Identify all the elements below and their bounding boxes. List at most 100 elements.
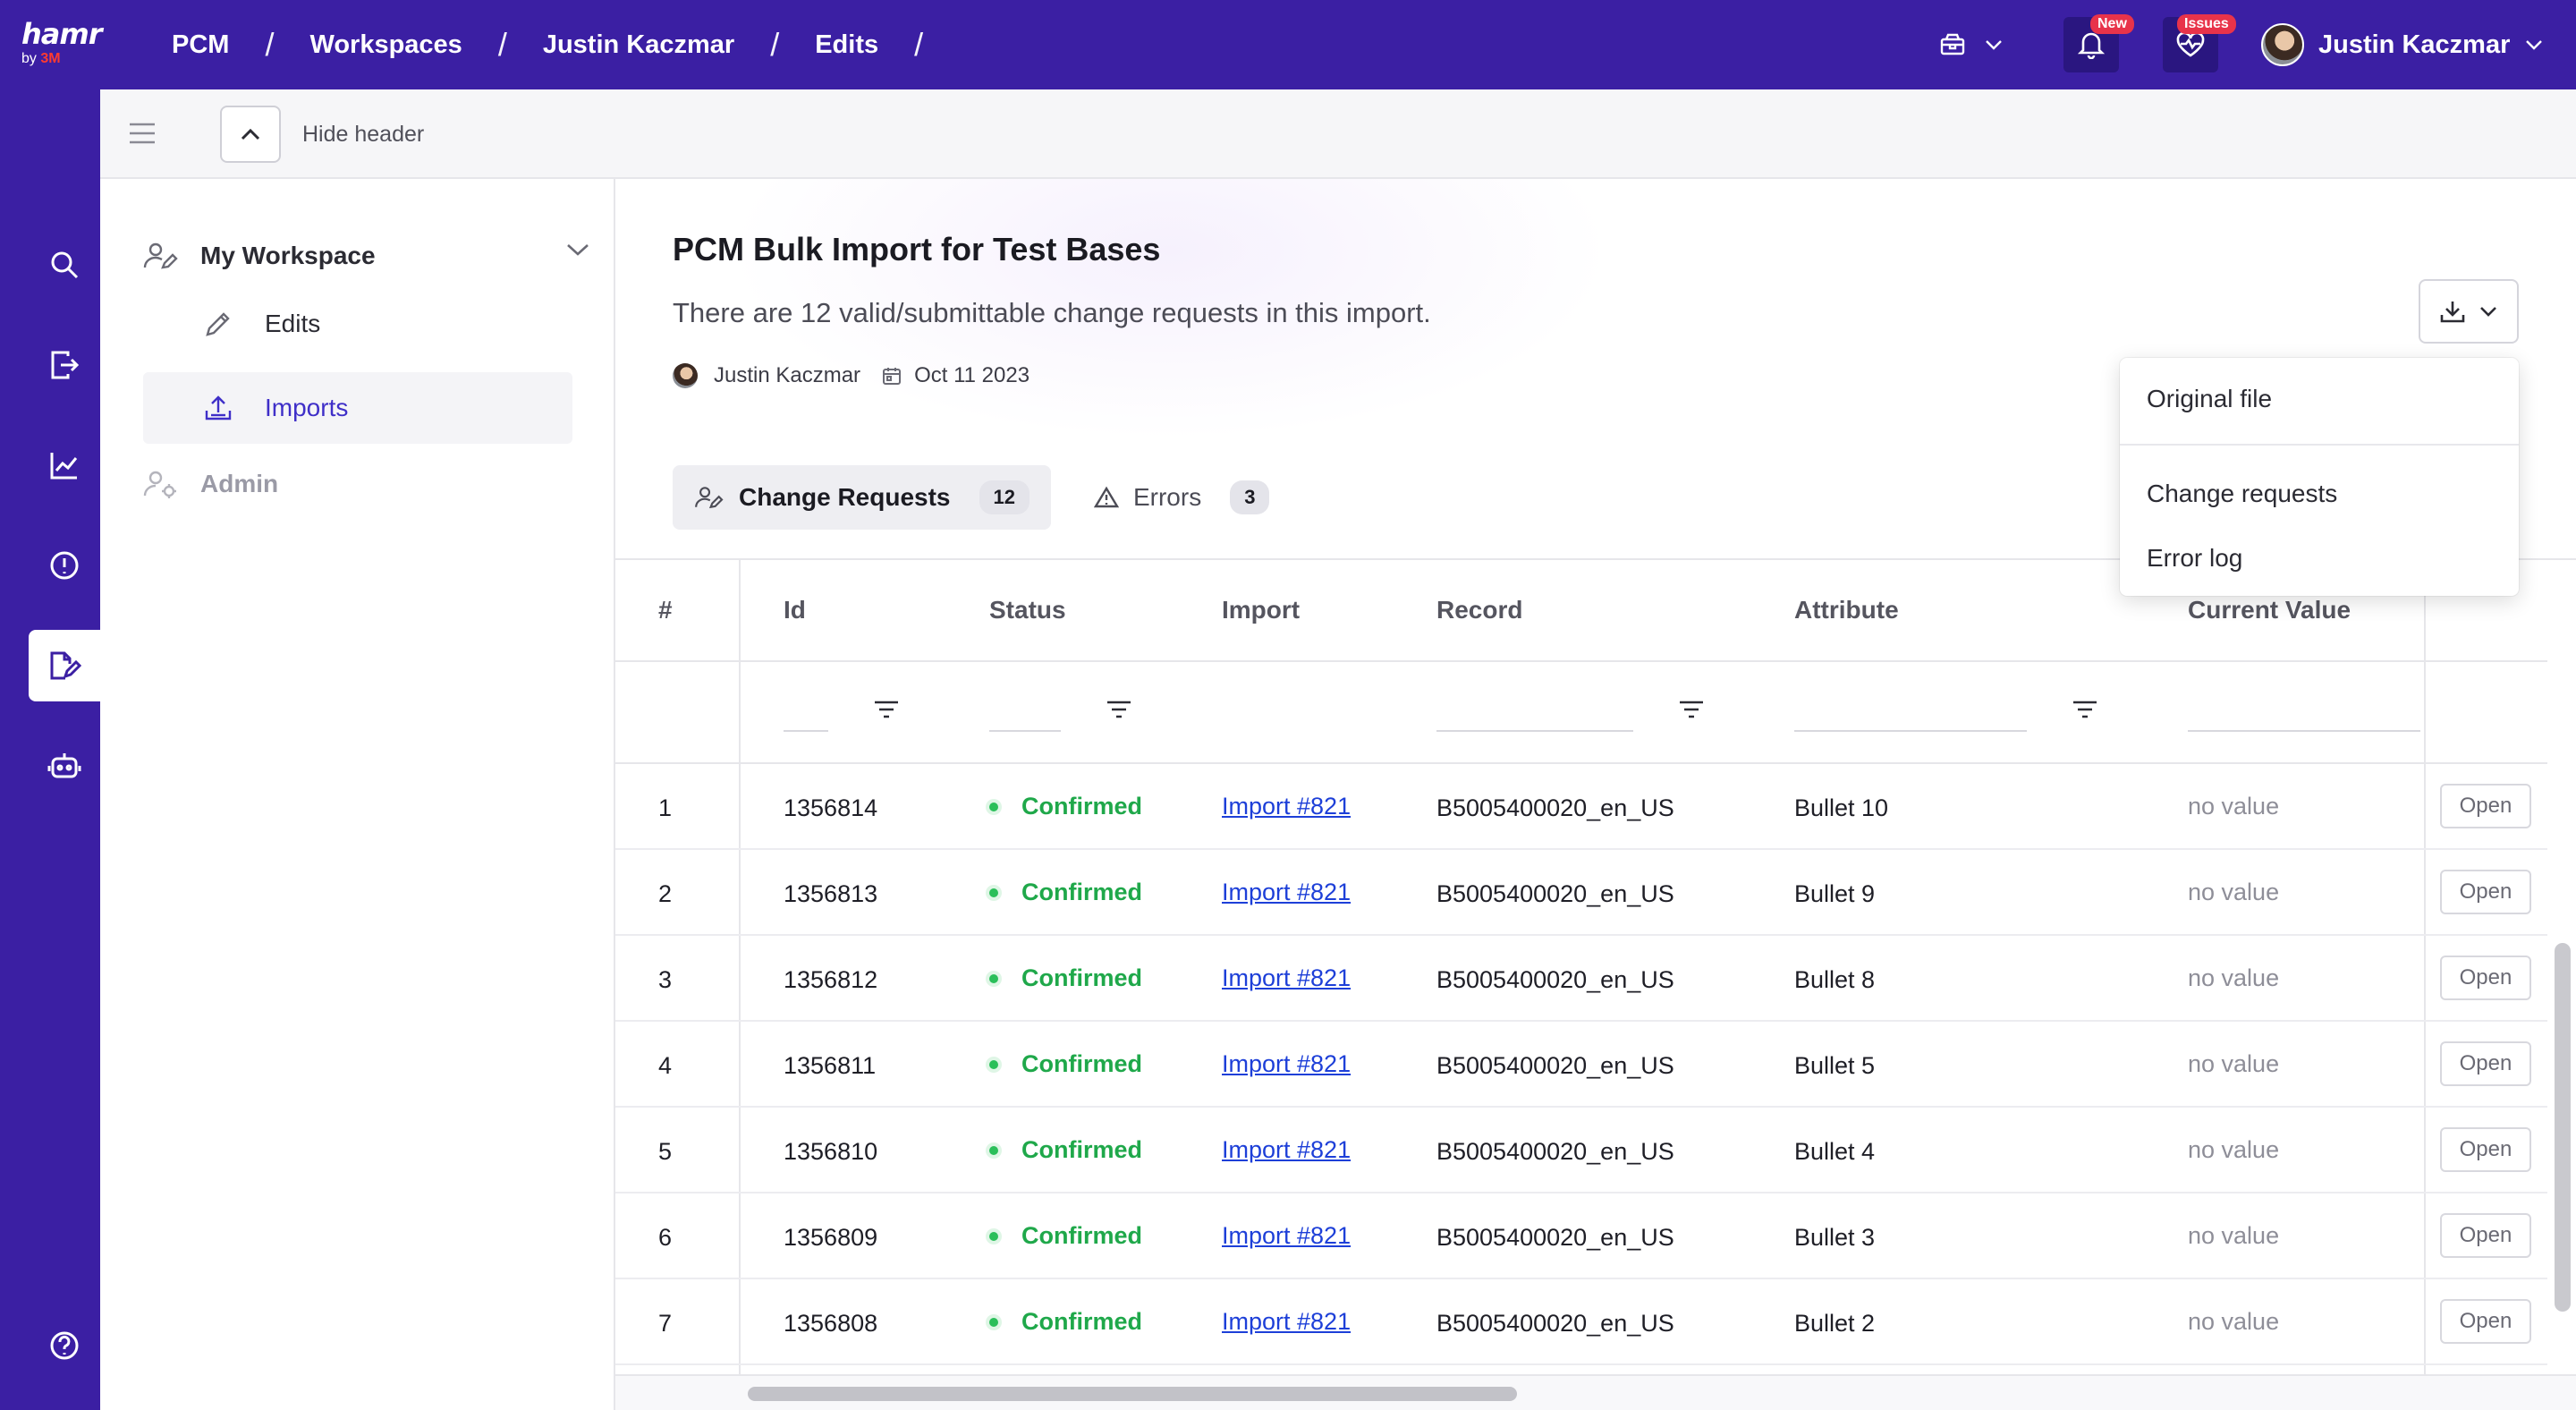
column-header[interactable]: Status	[989, 596, 1066, 624]
pencil-icon	[206, 312, 230, 336]
page-title: PCM Bulk Import for Test Bases	[673, 231, 1161, 268]
row-record: B5005400020_en_US	[1436, 1310, 1674, 1337]
horizontal-scrollbar[interactable]	[748, 1387, 1517, 1401]
menu-item-original-file[interactable]: Original file	[2147, 385, 2272, 413]
info-circle-icon	[50, 551, 79, 580]
breadcrumb-pcm[interactable]: PCM	[172, 30, 229, 60]
app-logo[interactable]: hamr by 3M	[21, 20, 111, 73]
status-dot-icon	[989, 973, 998, 983]
row-record: B5005400020_en_US	[1436, 1138, 1674, 1165]
workspace-title: My Workspace	[200, 242, 376, 269]
chevron-up-icon	[241, 128, 260, 140]
rail-bot[interactable]	[29, 730, 100, 802]
status-text: Confirmed	[1021, 793, 1142, 820]
import-link[interactable]: Import #821	[1222, 879, 1351, 906]
filter-icon[interactable]	[1106, 700, 1132, 719]
row-record: B5005400020_en_US	[1436, 880, 1674, 907]
row-number: 1	[658, 794, 673, 821]
workspace-toggle[interactable]: My Workspace	[143, 238, 590, 274]
row-record: B5005400020_en_US	[1436, 1052, 1674, 1079]
menu-item-error-log[interactable]: Error log	[2147, 544, 2242, 573]
row-record: B5005400020_en_US	[1436, 794, 1674, 821]
logo-wordmark: hamr	[21, 17, 103, 51]
hide-header-label[interactable]: Hide header	[302, 122, 424, 148]
sidebar-item-admin[interactable]: Admin	[143, 469, 278, 499]
import-link[interactable]: Import #821	[1222, 1308, 1351, 1336]
avatar	[2261, 23, 2304, 66]
table-row[interactable]: 4 1356811 Confirmed Import #821 B5005400020_…	[615, 1022, 2547, 1108]
issues-button[interactable]: Issues	[2163, 14, 2236, 72]
column-header[interactable]: Current Value	[2188, 596, 2351, 624]
rail-help[interactable]	[29, 1310, 100, 1381]
table-row[interactable]: 5 1356810 Confirmed Import #821 B5005400020_…	[615, 1108, 2547, 1193]
status-text: Confirmed	[1021, 1222, 1142, 1249]
open-button[interactable]: Open	[2440, 1041, 2531, 1086]
id-filter-input[interactable]	[784, 730, 828, 732]
row-number: 2	[658, 880, 673, 907]
import-link[interactable]: Import #821	[1222, 964, 1351, 992]
open-button[interactable]: Open	[2440, 870, 2531, 914]
table-row[interactable]: 2 1356813 Confirmed Import #821 B5005400020_…	[615, 850, 2547, 936]
breadcrumb-workspaces[interactable]: Workspaces	[309, 30, 462, 60]
user-gear-icon	[143, 471, 176, 498]
open-button[interactable]: Open	[2440, 1213, 2531, 1258]
help-circle-icon	[50, 1331, 79, 1360]
menu-toggle[interactable]	[129, 122, 156, 149]
menu-item-change-requests[interactable]: Change requests	[2147, 480, 2337, 508]
current-value-filter-input[interactable]	[2188, 730, 2420, 732]
row-id: 1356813	[784, 880, 878, 907]
import-link[interactable]: Import #821	[1222, 793, 1351, 820]
column-header[interactable]: Record	[1436, 596, 1522, 624]
status-dot-icon	[989, 1145, 998, 1155]
tab-change-requests[interactable]: Change Requests 12	[673, 465, 1051, 530]
rail-export[interactable]	[29, 329, 100, 401]
tab-bar: Change Requests 12 Errors 3	[673, 465, 1312, 530]
import-link[interactable]: Import #821	[1222, 1222, 1351, 1250]
breadcrumb-separator: /	[497, 26, 507, 63]
filter-icon[interactable]	[2072, 700, 2098, 719]
column-header[interactable]: Import	[1222, 596, 1300, 624]
file-edit-icon	[50, 651, 81, 680]
rail-analytics[interactable]	[29, 429, 100, 501]
tab-label: Change Requests	[739, 483, 951, 511]
download-menu-button[interactable]	[2419, 279, 2519, 344]
tab-errors[interactable]: Errors 3	[1072, 465, 1291, 530]
column-header[interactable]: Id	[784, 596, 806, 624]
row-id: 1356811	[784, 1052, 877, 1079]
row-current-value: no value	[2188, 1136, 2280, 1163]
filter-row	[615, 662, 2547, 764]
rail-info[interactable]	[29, 530, 100, 601]
filter-icon[interactable]	[873, 700, 900, 719]
table-row[interactable]: 7 1356808 Confirmed Import #821 B5005400020_…	[615, 1279, 2547, 1365]
open-button[interactable]: Open	[2440, 784, 2531, 828]
attribute-filter-input[interactable]	[1794, 730, 2027, 732]
column-header[interactable]: Attribute	[1794, 596, 1899, 624]
record-filter-input[interactable]	[1436, 730, 1633, 732]
notifications-button[interactable]: New	[2063, 14, 2134, 72]
status-badge: Confirmed	[989, 879, 1142, 906]
chart-line-icon	[50, 453, 78, 480]
open-button[interactable]: Open	[2440, 956, 2531, 1000]
open-button[interactable]: Open	[2440, 1127, 2531, 1172]
sidebar-item-imports[interactable]: Imports	[143, 372, 572, 444]
rail-edits[interactable]	[29, 630, 100, 701]
breadcrumb-edits[interactable]: Edits	[815, 30, 878, 60]
user-menu[interactable]: Justin Kaczmar	[2261, 21, 2544, 68]
sidebar-item-edits[interactable]: Edits	[204, 310, 320, 338]
filter-icon[interactable]	[1678, 700, 1705, 719]
vertical-scrollbar[interactable]	[2555, 943, 2571, 1312]
import-link[interactable]: Import #821	[1222, 1136, 1351, 1164]
status-filter-input[interactable]	[989, 730, 1061, 732]
store-switcher-button[interactable]	[1939, 27, 2020, 63]
table-row[interactable]: 3 1356812 Confirmed Import #821 B5005400020_…	[615, 936, 2547, 1022]
import-link[interactable]: Import #821	[1222, 1050, 1351, 1078]
open-button[interactable]: Open	[2440, 1299, 2531, 1344]
breadcrumb-user[interactable]: Justin Kaczmar	[543, 30, 734, 60]
sidebar-item-label: Imports	[265, 394, 349, 421]
table-row[interactable]: 1 1356814 Confirmed Import #821 B5005400020_…	[615, 764, 2547, 850]
status-text: Confirmed	[1021, 1136, 1142, 1163]
table-row[interactable]: 6 1356809 Confirmed Import #821 B5005400020_…	[615, 1193, 2547, 1279]
hide-header-button[interactable]	[220, 106, 281, 163]
rail-search[interactable]	[29, 229, 100, 301]
row-number: 6	[658, 1224, 673, 1251]
